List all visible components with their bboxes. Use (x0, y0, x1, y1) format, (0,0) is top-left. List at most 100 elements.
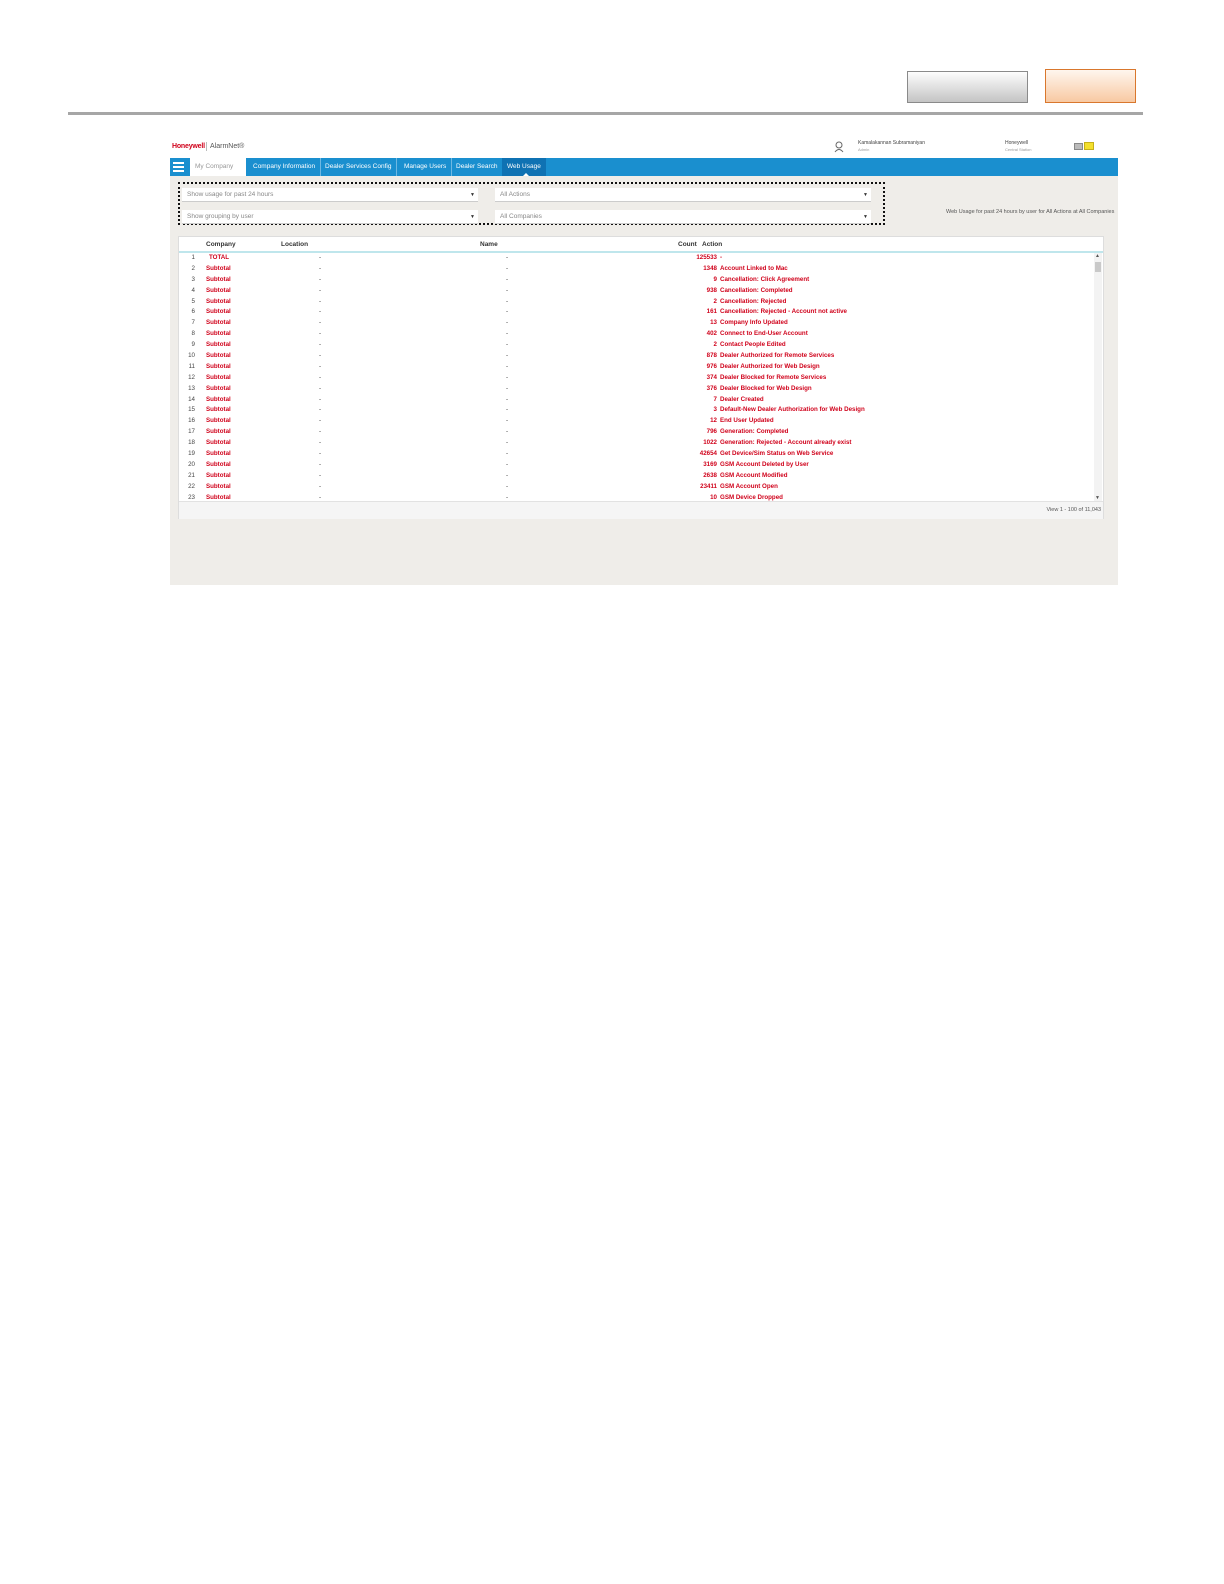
tab-manage-users[interactable]: Manage Users (399, 158, 453, 176)
time-range-value: Show usage for past 24 hours (187, 191, 274, 198)
action-cell: Cancellation: Click Agreement (720, 275, 810, 283)
table-row[interactable]: 9 Subtotal - - 2 Contact People Edited (179, 340, 1093, 351)
row-number: 6 (191, 308, 195, 316)
dropdown-arrow-icon: ▼ (863, 192, 868, 198)
table-row[interactable]: 7 Subtotal - - 13 Company Info Updated (179, 318, 1093, 329)
count-cell: 976 (706, 362, 717, 370)
table-row[interactable]: 12 Subtotal - - 374 Dealer Blocked for Remote… (179, 373, 1093, 384)
column-header-action[interactable]: Action (702, 241, 722, 248)
company-cell: Subtotal (206, 482, 231, 490)
grouping-select[interactable]: Show grouping by user ▼ (182, 210, 478, 224)
action-cell: Cancellation: Rejected - Account not act… (720, 308, 847, 316)
table-row[interactable]: 10 Subtotal - - 878 Dealer Authorized for Rem… (179, 351, 1093, 362)
column-header-count[interactable]: Count (678, 241, 697, 248)
table-row[interactable]: 13 Subtotal - - 376 Dealer Blocked for Web De… (179, 384, 1093, 395)
scroll-thumb[interactable] (1095, 262, 1101, 272)
count-cell: 1022 (703, 439, 717, 447)
company-cell: Subtotal (206, 439, 231, 447)
table-row[interactable]: 8 Subtotal - - 402 Connect to End-User Accoun… (179, 329, 1093, 340)
row-number: 9 (191, 341, 195, 349)
action-cell: - (720, 254, 723, 261)
row-number: 2 (191, 264, 195, 272)
table-row[interactable]: 21 Subtotal - - 2638 GSM Account Modified (179, 471, 1093, 482)
table-row[interactable]: 14 Subtotal - - 7 Dealer Created (179, 395, 1093, 406)
companies-select[interactable]: All Companies ▼ (495, 210, 871, 224)
column-header-name[interactable]: Name (480, 241, 498, 248)
name-cell: - (506, 275, 509, 283)
row-number: 19 (188, 450, 195, 458)
column-header-location[interactable]: Location (281, 241, 308, 248)
table-row[interactable]: 20 Subtotal - - 3169 GSM Account Deleted by U… (179, 460, 1093, 471)
document-orange-button[interactable] (1045, 69, 1136, 103)
location-cell: - (319, 373, 322, 381)
mail-icon[interactable] (1084, 142, 1094, 150)
row-number: 18 (188, 439, 195, 447)
row-number: 12 (188, 373, 195, 381)
table-row[interactable]: 5 Subtotal - - 2 Cancellation: Rejected (179, 297, 1093, 308)
count-cell: 9 (713, 275, 717, 283)
table-row[interactable]: 16 Subtotal - - 12 End User Updated (179, 416, 1093, 427)
user-role: Admin (858, 147, 870, 152)
dropdown-arrow-icon: ▼ (470, 214, 475, 220)
location-cell: - (319, 352, 322, 360)
hamburger-menu-icon[interactable] (173, 162, 184, 172)
org-name: Honeywell (1005, 140, 1029, 146)
table-row[interactable]: 4 Subtotal - - 938 Cancellation: Completed (179, 286, 1093, 297)
table-row[interactable]: 19 Subtotal - - 42654 Get Device/Sim Status o… (179, 449, 1093, 460)
name-cell: - (506, 493, 509, 501)
document-gray-button[interactable] (907, 71, 1028, 103)
print-icon[interactable] (1074, 143, 1083, 150)
count-cell: 161 (706, 308, 717, 316)
count-cell: 2 (713, 297, 717, 305)
tab-dealer-search[interactable]: Dealer Search (451, 158, 504, 176)
count-cell: 42654 (699, 450, 717, 458)
scroll-up-icon[interactable]: ▲ (1095, 253, 1100, 259)
company-cell: TOTAL (209, 254, 230, 261)
column-header-company[interactable]: Company (206, 241, 236, 248)
company-cell: Subtotal (206, 417, 231, 425)
product-name: AlarmNet® (210, 143, 245, 150)
count-cell: 374 (706, 373, 717, 381)
company-cell: Subtotal (206, 373, 231, 381)
table-row[interactable]: 3 Subtotal - - 9 Cancellation: Click Agreemen… (179, 275, 1093, 286)
name-cell: - (506, 297, 509, 305)
location-cell: - (319, 471, 322, 479)
name-cell: - (506, 254, 509, 261)
action-cell: Dealer Blocked for Remote Services (720, 373, 827, 381)
company-cell: Subtotal (206, 460, 231, 468)
tab-dealer-services-config[interactable]: Dealer Services Config (320, 158, 398, 176)
action-cell: GSM Account Deleted by User (720, 460, 809, 468)
companies-value: All Companies (500, 213, 542, 220)
action-cell: Dealer Blocked for Web Design (720, 384, 812, 392)
action-cell: Dealer Authorized for Remote Services (720, 352, 835, 360)
location-cell: - (319, 482, 322, 490)
actions-select[interactable]: All Actions ▼ (495, 188, 871, 202)
table-scrollbar[interactable]: ▲ ▼ (1094, 253, 1102, 501)
tab-web-usage[interactable]: Web Usage (502, 158, 546, 176)
tab-my-company[interactable]: My Company (190, 158, 246, 176)
table-row[interactable]: 18 Subtotal - - 1022 Generation: Rejected - A… (179, 438, 1093, 449)
action-cell: Connect to End-User Account (720, 330, 808, 338)
tab-company-information[interactable]: Company Information (248, 158, 322, 176)
action-cell: Dealer Authorized for Web Design (720, 362, 820, 370)
table-row[interactable]: 22 Subtotal - - 23411 GSM Account Open (179, 482, 1093, 493)
row-number: 17 (188, 428, 195, 436)
table-row[interactable]: 23 Subtotal - - 10 GSM Device Dropped (179, 493, 1093, 501)
table-row[interactable]: 1 TOTAL - -125533- (179, 253, 1093, 264)
user-icon[interactable] (834, 141, 844, 153)
time-range-select[interactable]: Show usage for past 24 hours ▼ (182, 188, 478, 202)
table-row[interactable]: 11 Subtotal - - 976 Dealer Authorized for Web… (179, 362, 1093, 373)
count-cell: 2 (713, 341, 717, 349)
brand-logo: Honeywell (172, 143, 205, 150)
top-bar: Honeywell AlarmNet® Kamalakannan Subrama… (170, 137, 1118, 158)
table-row[interactable]: 6 Subtotal - - 161 Cancellation: Rejected - A… (179, 307, 1093, 318)
actions-value: All Actions (500, 191, 530, 198)
table-row[interactable]: 2 Subtotal - - 1348 Account Linked to Mac (179, 264, 1093, 275)
name-cell: - (506, 373, 509, 381)
table-row[interactable]: 15 Subtotal - - 3 Default-New Dealer Authoriz… (179, 405, 1093, 416)
count-cell: 3 (713, 406, 717, 414)
row-number: 13 (188, 384, 195, 392)
count-cell: 938 (706, 286, 717, 294)
active-tab-caret-icon (523, 173, 529, 176)
table-row[interactable]: 17 Subtotal - - 796 Generation: Completed (179, 427, 1093, 438)
